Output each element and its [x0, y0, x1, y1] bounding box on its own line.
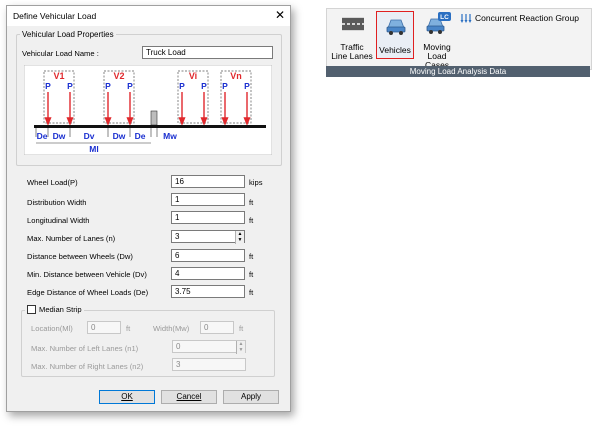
right-lanes-label: Max. Number of Right Lanes (n2)	[31, 362, 144, 371]
wheel-label: P	[105, 81, 111, 91]
reaction-group-icon	[460, 14, 472, 23]
width-input[interactable]: 0	[200, 321, 234, 334]
lane-label-vn: Vn	[230, 71, 242, 81]
left-lanes-stepper[interactable]: 0 ▲ ▼	[172, 340, 246, 354]
wheel-load-label: Wheel Load(P)	[27, 178, 78, 187]
min-distance-vehicle-unit: ft	[249, 270, 254, 279]
apply-button-label: Apply	[240, 392, 261, 401]
cancel-button-label: Cancel	[176, 392, 202, 401]
vehicular-load-diagram: V1 V2 Vi Vn P P P P P P P P De Dw Dv Dw …	[24, 65, 272, 155]
longitudinal-width-label: Longitudinal Width	[27, 216, 90, 225]
dim-label-dw: Dw	[53, 131, 66, 141]
max-lanes-spin[interactable]: ▲ ▼	[235, 231, 244, 244]
min-distance-vehicle-input[interactable]: 4	[171, 267, 245, 280]
wheel-label: P	[222, 81, 228, 91]
vehicular-load-name-label: Vehicular Load Name :	[22, 49, 99, 58]
cancel-button[interactable]: Cancel	[161, 390, 217, 404]
wheel-label: P	[127, 81, 133, 91]
max-lanes-label: Max. Number of Lanes (n)	[27, 234, 116, 243]
dim-label-ml: Ml	[89, 144, 98, 154]
longitudinal-width-input[interactable]: 1	[171, 211, 245, 224]
spin-down-icon[interactable]: ▼	[237, 347, 245, 353]
distribution-width-input[interactable]: 1	[171, 193, 245, 206]
median-strip-block	[150, 110, 158, 126]
ok-button-label: OK	[121, 392, 133, 401]
distance-between-wheels-unit: ft	[249, 252, 254, 261]
distance-between-wheels-input[interactable]: 6	[171, 249, 245, 262]
road-lanes-icon	[342, 17, 364, 31]
wheel-load-input[interactable]: 16	[171, 175, 245, 188]
wheel-label: P	[201, 81, 207, 91]
min-distance-vehicle-label: Min. Distance between Vehicle (Dv)	[27, 270, 147, 279]
wheel-label: P	[67, 81, 73, 91]
left-lanes-spin[interactable]: ▲ ▼	[236, 341, 245, 354]
lane-label-vi: Vi	[189, 71, 197, 81]
close-icon[interactable]: ✕	[273, 8, 287, 22]
dim-label-de: De	[135, 131, 146, 141]
ribbon-group-label: Moving Load Analysis Data	[326, 66, 590, 77]
concurrent-reaction-group-button[interactable]: Concurrent Reaction Group	[460, 12, 579, 24]
width-unit: ft	[239, 324, 244, 333]
max-lanes-value: 3	[175, 232, 180, 241]
right-lanes-input[interactable]: 3	[172, 358, 246, 371]
lane-label-v1: V1	[53, 71, 64, 81]
dialog-title: Define Vehicular Load	[13, 11, 97, 21]
distance-between-wheels-label: Distance between Wheels (Dw)	[27, 252, 133, 261]
width-label: Width(Mw)	[153, 324, 190, 333]
distribution-width-label: Distribution Width	[27, 198, 87, 207]
location-unit: ft	[126, 324, 131, 333]
dim-label-dw: Dw	[113, 131, 126, 141]
location-label: Location(Ml)	[31, 324, 73, 333]
moving-load-cases-button[interactable]: LC Moving Load Cases	[417, 12, 457, 70]
distribution-width-unit: ft	[249, 198, 254, 207]
dim-label-dv: Dv	[84, 131, 95, 141]
traffic-line-lanes-button[interactable]: Traffic Line Lanes	[329, 12, 375, 64]
edge-distance-label: Edge Distance of Wheel Loads (De)	[27, 288, 149, 297]
dim-label-mw: Mw	[163, 131, 177, 141]
deck-line	[34, 125, 266, 128]
truck-icon	[386, 19, 406, 35]
location-input[interactable]: 0	[87, 321, 121, 334]
traffic-label-line2: Line Lanes	[331, 51, 373, 61]
define-vehicular-load-dialog: Define Vehicular Load ✕ Vehicular Load P…	[6, 5, 291, 412]
wheel-load-unit: kips	[249, 178, 263, 187]
left-lanes-value: 0	[176, 342, 181, 351]
median-strip-checkbox[interactable]	[27, 305, 36, 314]
wheel-label: P	[179, 81, 185, 91]
wheel-label: P	[45, 81, 51, 91]
edge-distance-unit: ft	[249, 288, 254, 297]
ok-button[interactable]: OK	[99, 390, 155, 404]
vehicles-label: Vehicles	[379, 45, 411, 55]
longitudinal-width-unit: ft	[249, 216, 254, 225]
wheel-label: P	[244, 81, 250, 91]
group-title: Vehicular Load Properties	[20, 30, 116, 39]
median-strip-toggle[interactable]: Median Strip	[25, 305, 84, 314]
load-cases-icon: LC	[426, 12, 451, 34]
max-lanes-stepper[interactable]: 3 ▲ ▼	[171, 230, 245, 244]
edge-distance-input[interactable]: 3.75	[171, 285, 245, 298]
moving-load-ribbon-group: Traffic Line Lanes Vehicles LC Moving Lo…	[326, 8, 592, 70]
vehicular-load-name-input[interactable]: Truck Load	[142, 46, 273, 59]
concurrent-reaction-label: Concurrent Reaction Group	[475, 13, 579, 23]
left-lanes-label: Max. Number of Left Lanes (n1)	[31, 344, 139, 353]
lane-label-v2: V2	[113, 71, 124, 81]
median-strip-label: Median Strip	[39, 305, 82, 314]
spin-down-icon[interactable]: ▼	[236, 237, 244, 243]
lc-badge: LC	[440, 14, 449, 21]
apply-button[interactable]: Apply	[223, 390, 279, 404]
vehicles-button[interactable]: Vehicles	[376, 11, 414, 59]
title-bar[interactable]: Define Vehicular Load ✕	[7, 6, 290, 26]
dim-label-de: De	[37, 131, 48, 141]
